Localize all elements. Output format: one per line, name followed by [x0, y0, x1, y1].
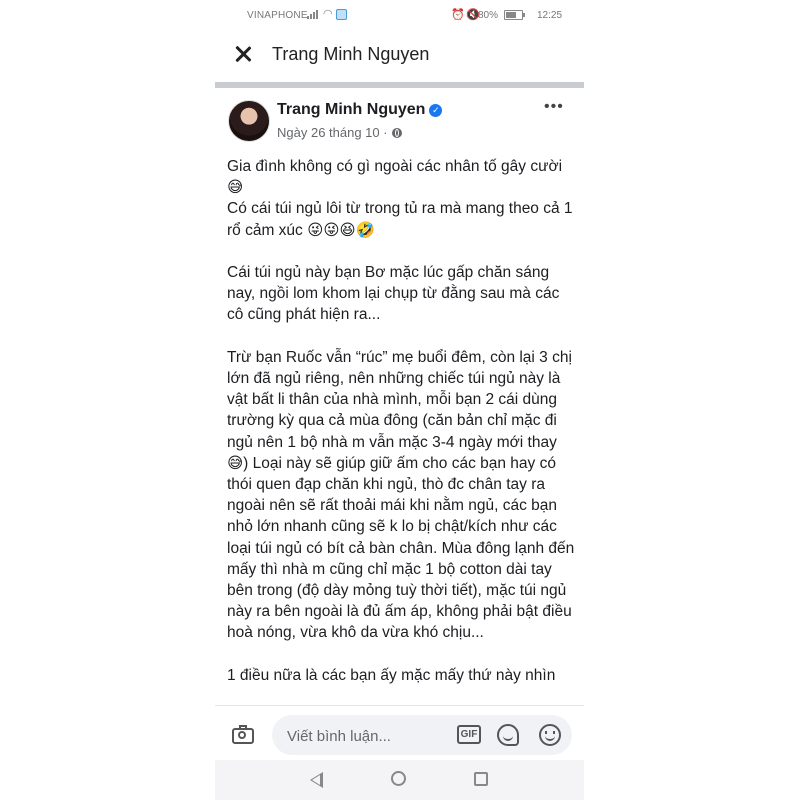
globe-icon — [391, 127, 402, 138]
battery-icon — [504, 10, 525, 20]
more-options-icon[interactable]: ••• — [544, 98, 564, 116]
back-icon[interactable] — [310, 772, 323, 788]
clock: 12:25 — [537, 10, 563, 21]
close-icon[interactable] — [231, 42, 255, 66]
notification-icon — [336, 9, 347, 20]
comment-input-box[interactable]: GIF — [272, 715, 572, 757]
post-paragraph: Trừ bạn Ruốc vẫn “rúc” mẹ buổi đêm, còn … — [227, 348, 575, 642]
post-author[interactable]: Trang Minh Nguyen ✓ — [277, 101, 443, 119]
carrier-name: VINAPHONE — [247, 10, 308, 21]
post-header-bar: Trang Minh Nguyen — [215, 36, 584, 80]
emoji-icon[interactable] — [539, 724, 561, 746]
home-icon[interactable] — [391, 771, 406, 786]
avatar[interactable] — [228, 100, 270, 142]
system-nav-bar — [215, 760, 584, 800]
page-title: Trang Minh Nguyen — [272, 44, 430, 64]
comment-bar: GIF — [215, 705, 584, 761]
phone-screen: VINAPHONE ◠ ⏰ 🔇 80% 12:25 Trang Minh Ngu… — [215, 0, 584, 800]
battery-percent: 80% — [478, 10, 499, 21]
signal-icon — [307, 9, 318, 19]
verified-badge-icon: ✓ — [429, 103, 443, 117]
wifi-icon: ◠ — [323, 8, 333, 20]
gif-icon[interactable]: GIF — [457, 725, 481, 744]
post-date-text[interactable]: Ngày 26 tháng 10 · — [277, 125, 388, 140]
sticker-icon[interactable] — [497, 724, 519, 746]
author-name[interactable]: Trang Minh Nguyen — [277, 101, 425, 119]
recent-apps-icon[interactable] — [474, 772, 488, 786]
post-date[interactable]: Ngày 26 tháng 10 · — [277, 125, 402, 140]
alarm-icon: ⏰ — [451, 9, 465, 21]
post-paragraph: 1 điều nữa là các bạn ấy mặc mấy thứ này… — [227, 666, 556, 684]
status-bar: VINAPHONE ◠ ⏰ 🔇 80% 12:25 — [215, 0, 584, 30]
comment-input[interactable] — [285, 715, 449, 757]
post-body: Gia đình không có gì ngoài các nhân tố g… — [227, 156, 575, 707]
post-paragraph: Gia đình không có gì ngoài các nhân tố g… — [227, 158, 573, 239]
camera-icon[interactable] — [232, 725, 254, 744]
divider — [215, 82, 584, 88]
post-paragraph: Cái túi ngủ này bạn Bơ mặc lúc gấp chăn … — [227, 264, 560, 324]
